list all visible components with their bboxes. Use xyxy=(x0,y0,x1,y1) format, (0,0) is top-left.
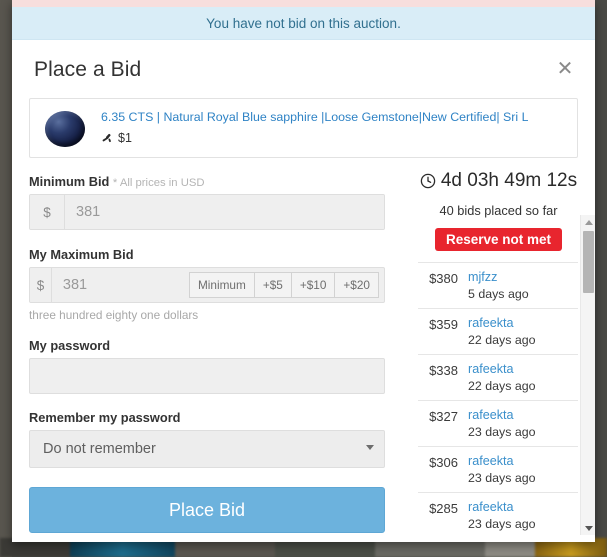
scrollbar-thumb[interactable] xyxy=(583,231,594,293)
modal-scrollbar[interactable] xyxy=(580,215,595,535)
bidder-link[interactable]: rafeekta xyxy=(468,408,578,423)
table-row: $285 rafeekta 23 days ago xyxy=(418,492,578,538)
triangle-up-icon xyxy=(584,219,593,225)
quick-bid-plus5-button[interactable]: +$5 xyxy=(253,272,291,298)
bid-amount: $306 xyxy=(429,455,458,470)
auction-info-panel: 4d 03h 49m 12s 40 bids placed so far Res… xyxy=(402,158,595,538)
max-bid-group: $ Minimum +$5 +$10 +$20 xyxy=(29,267,385,303)
bid-amount: $327 xyxy=(429,409,458,424)
close-icon[interactable]: ✕ xyxy=(552,56,578,82)
remember-password-label: Remember my password xyxy=(29,410,181,425)
top-accent-strip xyxy=(12,0,595,7)
bids-placed-count: 40 bids placed so far xyxy=(439,203,558,218)
product-info: 6.35 CTS | Natural Royal Blue sapphire |… xyxy=(101,108,528,145)
remember-password-select-wrap: Do not remember xyxy=(29,430,385,468)
bid-time: 22 days ago xyxy=(468,333,536,347)
bid-time: 23 days ago xyxy=(468,517,536,531)
auction-alert-banner: You have not bid on this auction. xyxy=(12,7,595,40)
triangle-down-icon xyxy=(584,525,593,531)
product-title-link[interactable]: 6.35 CTS | Natural Royal Blue sapphire |… xyxy=(101,110,528,125)
bid-meta: rafeekta 23 days ago xyxy=(468,408,578,440)
bid-amount: $285 xyxy=(429,501,458,516)
currency-symbol: $ xyxy=(30,268,52,302)
place-bid-modal: You have not bid on this auction. Place … xyxy=(12,0,595,542)
bid-time: 23 days ago xyxy=(468,471,536,485)
bid-meta: rafeekta 23 days ago xyxy=(468,454,578,486)
bid-form: Minimum Bid * All prices in USD $ My Max… xyxy=(12,158,402,538)
time-remaining: 4d 03h 49m 12s xyxy=(440,170,578,191)
bid-meta: rafeekta 22 days ago xyxy=(468,362,578,394)
table-row: $306 rafeekta 23 days ago xyxy=(418,446,578,492)
max-bid-label: My Maximum Bid xyxy=(29,247,134,262)
bid-meta: mjfzz 5 days ago xyxy=(468,270,578,302)
password-label: My password xyxy=(29,338,111,353)
bidder-link[interactable]: rafeekta xyxy=(468,500,578,515)
gemstone-image xyxy=(42,108,88,150)
bid-amount-spelled-out: three hundred eighty one dollars xyxy=(29,308,199,322)
quick-bid-plus20-button[interactable]: +$20 xyxy=(334,272,379,298)
bidder-link[interactable]: rafeekta xyxy=(468,362,578,377)
bid-history-list: $380 mjfzz 5 days ago $359 rafeekta 22 d… xyxy=(418,262,578,538)
scroll-down-button[interactable] xyxy=(581,521,595,535)
table-row: $380 mjfzz 5 days ago xyxy=(418,262,578,308)
bid-meta: rafeekta 23 days ago xyxy=(468,500,578,532)
bid-amount: $380 xyxy=(429,271,458,286)
bid-amount: $338 xyxy=(429,363,458,378)
clock-icon xyxy=(420,173,436,189)
password-field[interactable] xyxy=(29,358,385,394)
alert-message: You have not bid on this auction. xyxy=(206,15,401,31)
table-row: $327 rafeekta 23 days ago xyxy=(418,400,578,446)
bid-time: 22 days ago xyxy=(468,379,536,393)
place-bid-button[interactable]: Place Bid xyxy=(29,487,385,533)
page-title: Place a Bid xyxy=(34,58,142,81)
table-row: $359 rafeekta 22 days ago xyxy=(418,308,578,354)
bid-amount: $359 xyxy=(429,317,458,332)
table-row: $338 rafeekta 22 days ago xyxy=(418,354,578,400)
minimum-bid-input[interactable] xyxy=(65,195,384,229)
gemstone-oval xyxy=(45,111,85,147)
minimum-bid-label-text: Minimum Bid xyxy=(29,174,110,189)
status-badge: Reserve not met xyxy=(435,228,562,251)
current-price: $1 xyxy=(118,131,132,145)
bid-time: 5 days ago xyxy=(468,287,529,301)
modal-header: Place a Bid ✕ xyxy=(12,40,595,92)
scroll-up-button[interactable] xyxy=(581,215,595,229)
gavel-icon xyxy=(102,133,111,142)
auction-timer: 4d 03h 49m 12s xyxy=(402,168,595,192)
product-price-row: $1 xyxy=(101,131,528,145)
currency-symbol: $ xyxy=(30,195,65,229)
bid-meta: rafeekta 22 days ago xyxy=(468,316,578,348)
product-card: 6.35 CTS | Natural Royal Blue sapphire |… xyxy=(29,98,578,158)
remember-password-select[interactable]: Do not remember xyxy=(29,430,385,468)
minimum-bid-group: $ xyxy=(29,194,385,230)
quick-bid-minimum-button[interactable]: Minimum xyxy=(188,272,254,298)
quick-bid-buttons: Minimum +$5 +$10 +$20 xyxy=(188,268,384,302)
bidder-link[interactable]: rafeekta xyxy=(468,316,578,331)
backdrop-left-gutter xyxy=(0,0,12,557)
max-bid-input[interactable] xyxy=(51,268,189,302)
bidder-link[interactable]: rafeekta xyxy=(468,454,578,469)
bid-time: 23 days ago xyxy=(468,425,536,439)
minimum-bid-note: * All prices in USD xyxy=(112,177,205,189)
minimum-bid-label: Minimum Bid * All prices in USD xyxy=(29,174,385,189)
quick-bid-plus10-button[interactable]: +$10 xyxy=(290,272,335,298)
bidder-link[interactable]: mjfzz xyxy=(468,270,578,285)
modal-body: Minimum Bid * All prices in USD $ My Max… xyxy=(12,158,595,538)
